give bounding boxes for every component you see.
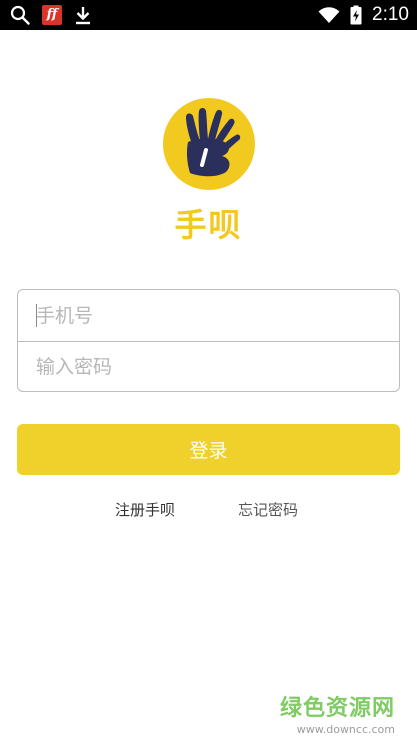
status-right: 2:10 (308, 0, 409, 30)
forgot-password-link[interactable]: 忘记密码 (238, 499, 298, 520)
wifi-icon (318, 6, 340, 24)
ff-app-icon: ff (42, 5, 62, 25)
phone-field-row (18, 290, 399, 341)
app-logo (162, 97, 256, 191)
password-field-row (18, 341, 399, 391)
watermark-url: www.downcc.com (296, 723, 395, 736)
search-icon (10, 5, 30, 25)
download-icon (74, 5, 92, 25)
login-screen: ff 2:10 手呗 手机号 登录 注册手呗 忘记密码 绿色资源网 www.do… (0, 0, 417, 743)
app-name: 手呗 (174, 206, 243, 244)
password-input[interactable] (36, 356, 376, 378)
login-button[interactable]: 登录 (17, 424, 400, 475)
text-cursor (36, 304, 37, 327)
login-form (17, 289, 400, 392)
status-bar: ff 2:10 (0, 0, 417, 30)
phone-input[interactable] (36, 304, 376, 327)
status-time: 2:10 (372, 4, 409, 25)
auth-links: 注册手呗 忘记密码 (0, 499, 417, 523)
hand-b-logo-icon (163, 98, 255, 190)
watermark: 绿色资源网 www.downcc.com (280, 690, 395, 736)
status-left: ff (10, 0, 104, 30)
battery-charging-icon (350, 5, 362, 25)
register-link[interactable]: 注册手呗 (115, 499, 175, 520)
watermark-text: 绿色资源网 (279, 696, 395, 721)
